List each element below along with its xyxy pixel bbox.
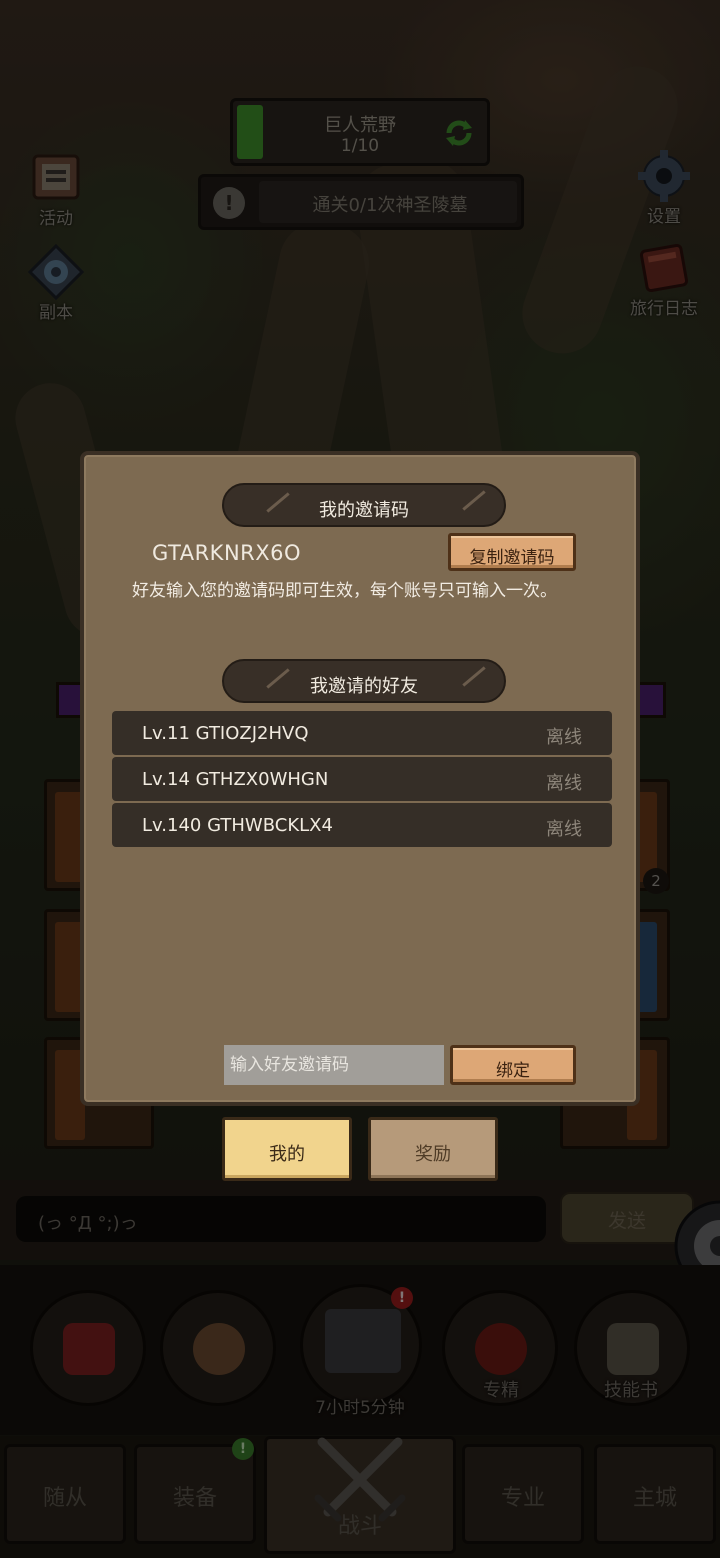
invited-friends-header: 我邀请的好友 [222, 659, 506, 703]
bind-button-label: 绑定 [496, 1061, 530, 1081]
bind-button[interactable]: 绑定 [450, 1045, 576, 1085]
tab-mine[interactable]: 我的 [222, 1117, 352, 1181]
invite-dialog: 我的邀请码 GTARKNRX6O 复制邀请码 好友输入您的邀请码即可生效，每个账… [80, 451, 640, 1106]
friend-status: 离线 [546, 819, 582, 840]
friend-row[interactable]: Lv.14 GTHZX0WHGN 离线 [112, 757, 612, 801]
invite-code: GTARKNRX6O [152, 541, 302, 565]
invited-friends-title: 我邀请的好友 [310, 676, 418, 697]
friend-name: Lv.14 GTHZX0WHGN [142, 769, 329, 790]
tab-rewards[interactable]: 奖励 [368, 1117, 498, 1181]
invite-hint: 好友输入您的邀请码即可生效，每个账号只可输入一次。 [132, 581, 557, 601]
my-invite-code-header: 我的邀请码 [222, 483, 506, 527]
friend-status: 离线 [546, 773, 582, 794]
copy-invite-code-button[interactable]: 复制邀请码 [448, 533, 576, 571]
tab-mine-label: 我的 [269, 1144, 305, 1165]
friend-row[interactable]: Lv.11 GTIOZJ2HVQ 离线 [112, 711, 612, 755]
friend-status: 离线 [546, 727, 582, 748]
friend-invite-code-input[interactable] [224, 1045, 444, 1085]
friend-name: Lv.140 GTHWBCKLX4 [142, 815, 333, 836]
friend-row[interactable]: Lv.140 GTHWBCKLX4 离线 [112, 803, 612, 847]
tab-rewards-label: 奖励 [415, 1144, 451, 1165]
friend-name: Lv.11 GTIOZJ2HVQ [142, 723, 309, 744]
my-invite-code-title: 我的邀请码 [319, 500, 409, 521]
copy-invite-code-label: 复制邀请码 [469, 548, 555, 568]
